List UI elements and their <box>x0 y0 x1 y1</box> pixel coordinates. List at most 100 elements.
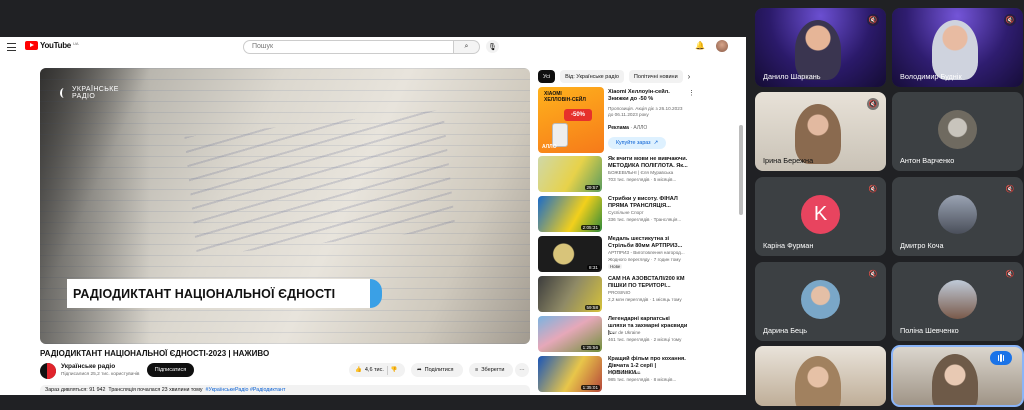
hashtags[interactable]: #УкраїнськеРадіо #Радіодиктант <box>206 387 286 393</box>
ad-label-source: · АЛЛО <box>630 125 648 131</box>
participant-tile[interactable]: Антон Варченко <box>892 92 1023 171</box>
channel-name[interactable]: Українське радіо <box>61 363 115 370</box>
participant-tile[interactable]: 🔇 Данило Шаркань <box>755 8 886 87</box>
participant-video <box>795 104 841 164</box>
recommendation-meta: 985 тис. переглядів · 8 місяців... <box>608 377 677 382</box>
like-icon[interactable]: 👍 <box>355 367 362 373</box>
chip-all[interactable]: Усі <box>538 70 556 83</box>
more-actions-button[interactable]: ··· <box>515 363 529 377</box>
meet-stage: YouTube UA Пошук ⌕ 🎙 🔔 УКРАЇНСЬКЕ РАДІО … <box>0 0 1024 410</box>
channel-avatar[interactable] <box>40 363 56 379</box>
ad-thumbnail[interactable]: XIAOMI ХЕЛЛОВІН-СЕЙЛ -50% АЛЛО <box>538 87 604 153</box>
recommendation-item[interactable]: 59:58 САМ НА АЗОВСТАЛІ/200 КМ ПІШКИ ПО Т… <box>538 276 738 314</box>
voice-search-button[interactable]: 🎙 <box>486 40 499 53</box>
recommendation-title[interactable]: Як вчити мови не вивчаючи. МЕТОДИКА ПОЛІ… <box>608 156 688 170</box>
mic-off-icon: 🔇 <box>1005 271 1015 278</box>
mic-off-icon: 🔇 <box>868 186 878 193</box>
participant-avatar <box>801 280 840 319</box>
share-button[interactable]: ➦ Поділитися <box>411 363 463 377</box>
player-banner: РАДІОДИКТАНТ НАЦІОНАЛЬНОЇ ЄДНОСТІ <box>67 279 371 308</box>
recommendation-item[interactable]: 2:05:31 Стрибки у висоту. ФІНАЛ ПРЯМА ТР… <box>538 196 738 234</box>
mic-off-icon: 🔇 <box>867 14 879 26</box>
participant-tile[interactable]: 🔇 Ірина Бережна <box>755 92 886 171</box>
chip-political-news[interactable]: Політичні новини <box>628 70 683 83</box>
ad-discount-badge: -50% <box>564 109 592 121</box>
mic-off-icon: 🔇 <box>868 271 878 278</box>
search-input[interactable]: Пошук <box>243 40 454 54</box>
recommendation-thumbnail[interactable]: 29:57 <box>538 156 602 192</box>
like-dislike-group: 👍 4,6 тис. 👎 <box>349 363 405 377</box>
recommendation-item[interactable]: 29:57 Як вчити мови не вивчаючи. МЕТОДИК… <box>538 156 738 194</box>
recommendation-title[interactable]: Стрибки у висоту. ФІНАЛ ПРЯМА ТРАНСЛЯЦІЯ… <box>608 196 688 210</box>
bell-icon[interactable]: 🔔 <box>695 41 705 50</box>
recommendation-channel[interactable]: АРТПРИЗ - Виготовлення нагород... <box>608 250 688 255</box>
save-label: Зберегти <box>481 367 505 373</box>
participant-video <box>932 20 978 80</box>
recommendation-thumbnail[interactable]: 59:58 <box>538 276 602 312</box>
chip-from-channel[interactable]: Від: Українське радіо <box>560 70 624 83</box>
participant-initial-avatar: K <box>801 195 840 234</box>
external-link-icon: ↗ <box>653 140 659 146</box>
participant-tile[interactable]: 🔇 Дмитро Коча <box>892 177 1023 256</box>
participant-avatar <box>938 195 977 234</box>
duration-badge: 2:05:31 <box>580 225 600 230</box>
participant-name: Поліна Шевченко <box>900 326 959 335</box>
youtube-logo[interactable]: YouTube UA <box>25 41 79 50</box>
handwriting-texture <box>184 109 456 257</box>
chevron-right-icon[interactable]: › <box>688 72 691 81</box>
description-box[interactable]: Зараз дивляться: 91 942 Трансляція почал… <box>40 385 530 395</box>
stream-started: Трансляція почалася 23 хвилини тому <box>108 387 203 393</box>
watching-now: Зараз дивляться: 91 942 <box>45 387 106 393</box>
participant-name: Володимир Буднік <box>900 72 962 81</box>
mic-off-icon: 🔇 <box>1004 14 1016 26</box>
recommendation-thumbnail[interactable]: 1:35:01 <box>538 356 602 392</box>
recommendation-thumbnail[interactable]: 8:31 <box>538 236 602 272</box>
menu-icon[interactable] <box>7 43 16 51</box>
share-label: Поділитися <box>424 367 454 373</box>
participant-avatar <box>938 280 977 319</box>
dislike-icon[interactable]: 👎 <box>391 367 398 373</box>
recommendation-channel[interactable]: Українське кіно <box>608 370 688 375</box>
recommendation-title[interactable]: Медаль шестикутна зі Стрільби 80мм АРТПР… <box>608 236 688 250</box>
like-count[interactable]: 4,6 тис. <box>365 367 384 373</box>
ad-thumb-line2: ХЕЛЛОВІН-СЕЙЛ <box>544 96 586 103</box>
recommendation-meta: 2,2 млн переглядів · 1 місяць тому <box>608 297 682 302</box>
ad-cta-button[interactable]: Купуйте зараз ↗ <box>608 137 666 149</box>
more-vert-icon[interactable]: ⋮ <box>688 89 695 97</box>
sidebar-scrollbar[interactable] <box>739 125 743 215</box>
save-icon: ≡ <box>475 367 479 373</box>
ukrainian-radio-logo: УКРАЇНСЬКЕ РАДІО <box>60 86 119 100</box>
recommendation-channel[interactable]: Суспільне Спорт <box>608 210 688 215</box>
mic-off-icon: 🔇 <box>867 98 879 110</box>
search-icon: ⌕ <box>464 43 469 50</box>
participant-tile[interactable]: 🔇 Дарина Бець <box>755 262 886 341</box>
recommendation-item[interactable]: 1:35:01 Кращий фільм про кохання. Дівчат… <box>538 356 738 394</box>
recommendation-meta: 703 тис. переглядів · 5 місяців... <box>608 177 677 182</box>
save-button[interactable]: ≡ Зберегти <box>469 363 513 377</box>
duration-badge: 1:35:01 <box>580 385 600 390</box>
participant-tile[interactable]: 🔇 Поліна Шевченко <box>892 262 1023 341</box>
youtube-logo-text: YouTube <box>40 41 71 50</box>
participant-tile[interactable]: K 🔇 Каріна Фурман <box>755 177 886 256</box>
ad-title[interactable]: Xiaomi Хеллоуін-сейл. Знижки до -50 % <box>608 89 688 103</box>
participant-tile[interactable] <box>755 346 886 406</box>
recommendation-channel[interactable]: Tour de Ukraine <box>608 330 688 335</box>
search-button[interactable]: ⌕ <box>454 40 480 54</box>
channel-subscribers: Підписалися 25,2 тис. користувачів <box>61 372 140 377</box>
participant-tile[interactable]: 🔇 Володимир Буднік <box>892 8 1023 87</box>
duration-badge: 59:58 <box>584 305 600 310</box>
recommendation-channel[interactable]: БОЖЕВІЛЬНІ | Єля Муравська <box>608 170 688 175</box>
video-player[interactable]: УКРАЇНСЬКЕ РАДІО РАДІОДИКТАНТ НАЦІОНАЛЬН… <box>40 68 530 344</box>
subscribe-button[interactable]: Підписатися <box>147 363 194 377</box>
account-avatar[interactable] <box>716 40 728 52</box>
participant-video <box>795 20 841 80</box>
recommendation-title[interactable]: САМ НА АЗОВСТАЛІ/200 КМ ПІШКИ ПО ТЕРИТОР… <box>608 276 688 290</box>
recommendation-item[interactable]: 1:25:56 Легендарні карпатські шляхи та з… <box>538 316 738 354</box>
recommendation-thumbnail[interactable]: 1:25:56 <box>538 316 602 352</box>
mic-off-icon: 🔇 <box>1005 186 1015 193</box>
recommendation-item[interactable]: 8:31 Медаль шестикутна зі Стрільби 80мм … <box>538 236 738 274</box>
recommendation-thumbnail[interactable]: 2:05:31 <box>538 196 602 232</box>
recommendation-channel[interactable]: PROSINIO <box>608 290 688 295</box>
participant-name: Каріна Фурман <box>763 241 814 250</box>
recommendation-meta: 336 тис. переглядів · Трансляція... <box>608 217 682 222</box>
